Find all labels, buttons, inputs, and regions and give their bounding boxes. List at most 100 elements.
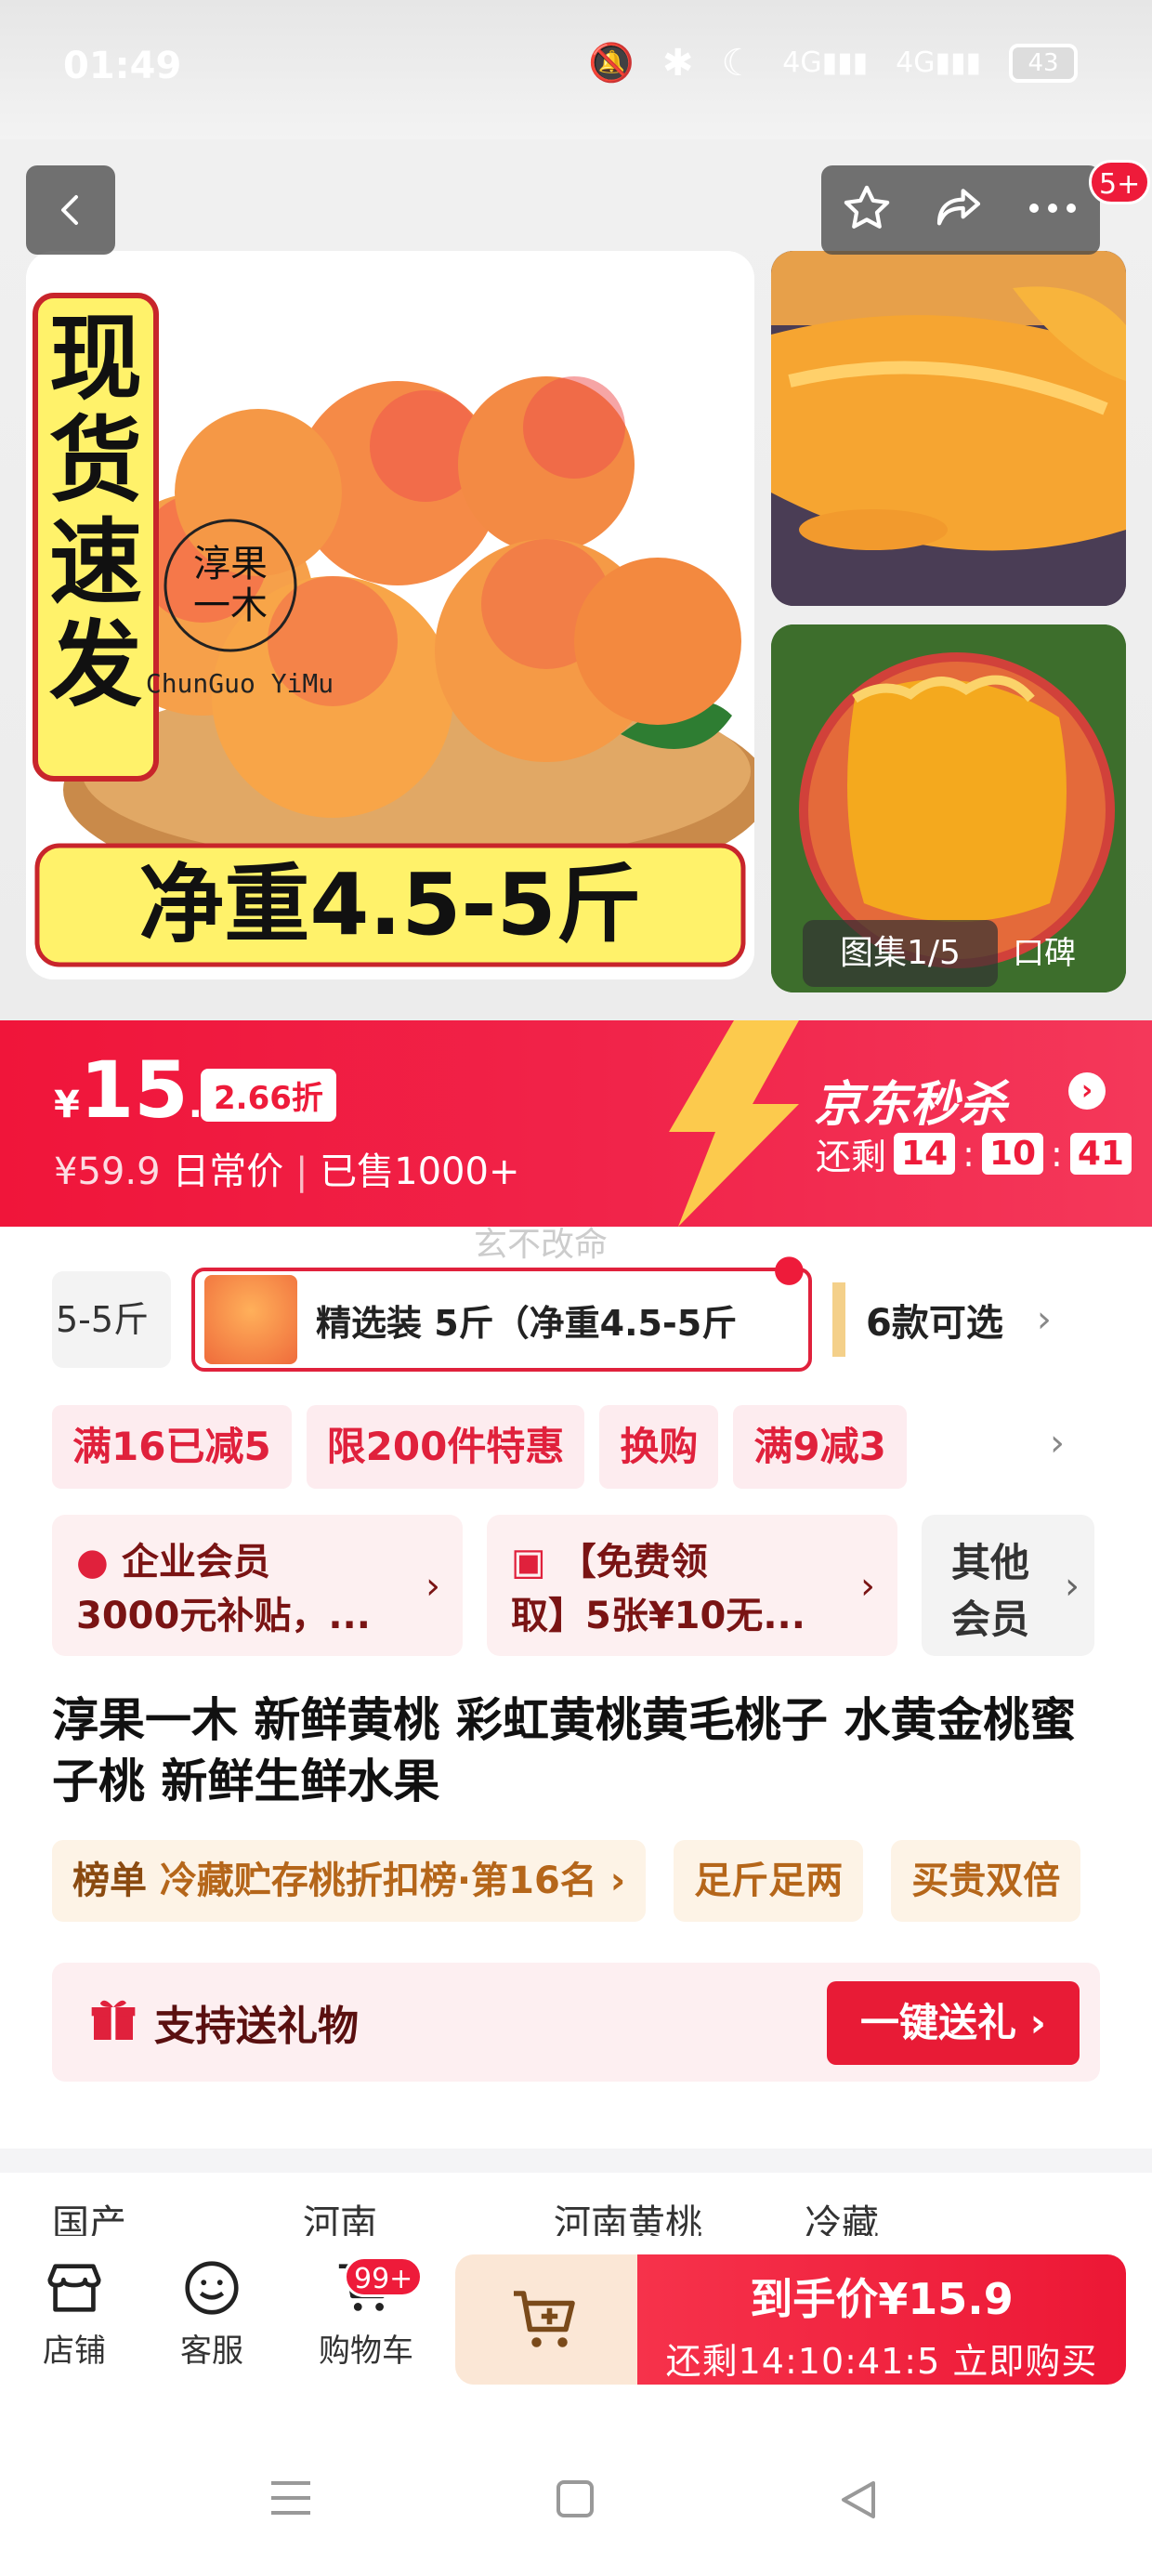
calendar-icon: ▣ — [511, 1541, 546, 1584]
daily-price-row: ¥59.9 日常价 | 已售1000+ — [54, 1141, 519, 1195]
flash-countdown: 还剩 14: 10: 41 — [816, 1128, 1132, 1179]
star-icon — [844, 185, 889, 229]
lightning-bolt-icon — [669, 1020, 799, 1227]
gift-icon — [91, 2000, 136, 2040]
flash-sale-title[interactable]: 京东秒杀 — [814, 1065, 1007, 1135]
svg-text:发: 发 — [49, 611, 142, 719]
person-icon: ● — [76, 1541, 109, 1584]
battery-icon: 43 — [1009, 43, 1078, 83]
sku-prev-label: 5-5斤 — [56, 1299, 150, 1340]
mute-icon: 🔕 — [588, 42, 635, 85]
message-badge: 5+ — [1089, 160, 1151, 204]
favorite-star-button[interactable] — [841, 182, 893, 238]
chevron-left-icon — [61, 195, 78, 225]
member-benefits-row: ● 企业会员 3000元补贴，... › ▣ 【免费领 取】5张¥10无... … — [52, 1515, 1094, 1656]
rank-tag[interactable]: 榜单 冷藏贮存桃折扣榜·第16名 › — [52, 1840, 647, 1922]
smile-chat-icon — [185, 2261, 239, 2315]
cart-count-badge: 99+ — [344, 2256, 424, 2297]
chevron-right-icon[interactable]: › — [1068, 1072, 1106, 1110]
status-bar: 01:49 🔕 ✱ ☾ 4G▮▮▮ 4G▮▮▮ 43 — [0, 0, 1152, 139]
coupon-chip[interactable]: 满9减3 — [733, 1405, 907, 1489]
side-image-peach-slices[interactable] — [771, 251, 1126, 606]
full-weight-tag[interactable]: 足斤足两 — [674, 1840, 864, 1922]
fire-icon: ● — [773, 1247, 805, 1290]
rank-text: 冷藏贮存桃折扣榜·第16名 — [159, 1860, 597, 1902]
share-button[interactable] — [931, 182, 987, 238]
shop-label: 店铺 — [43, 2333, 106, 2370]
coupon-chip[interactable]: 换购 — [599, 1405, 719, 1489]
back-button[interactable] — [26, 165, 115, 255]
signal-4g-icon: 4G▮▮▮ — [782, 46, 869, 79]
more-dots-icon — [1029, 204, 1077, 213]
shop-nav-button[interactable]: 店铺 — [19, 2251, 130, 2371]
menu-lines-icon[interactable] — [269, 2479, 312, 2517]
gift-label: 支持送礼物 — [154, 2003, 359, 2050]
peach-pile-illustration: 现 货 速 发 淳果 一木 ChunGuo YiMu 净重4.5-5斤 — [26, 251, 754, 979]
sku-next-thumbnail — [832, 1282, 845, 1357]
daily-price-value: ¥59.9 — [54, 1150, 161, 1193]
svg-text:一木: 一木 — [193, 585, 268, 627]
send-gift-button[interactable]: 一键送礼 › — [827, 1981, 1080, 2065]
product-title: 淳果一木 新鲜黄桃 彩虹黄桃黄毛桃子 水黄金桃蜜子桃 新鲜生鲜水果 — [52, 1693, 1077, 1808]
back-triangle-icon[interactable] — [838, 2479, 879, 2520]
gallery-counter[interactable]: 图集1/5 — [803, 920, 998, 987]
moon-icon: ☾ — [721, 41, 755, 85]
daily-price-label: 日常价 — [172, 1150, 284, 1193]
sku-option-selected[interactable]: 精选装 5斤（净重4.5-5斤 — [191, 1268, 812, 1372]
sku-thumbnail — [204, 1275, 297, 1364]
member-line2: 3000元补贴，... — [76, 1595, 371, 1637]
status-icons: 🔕 ✱ ☾ 4G▮▮▮ 4G▮▮▮ 43 — [588, 41, 1078, 85]
shop-icon — [47, 2264, 101, 2312]
send-gift-label: 一键送礼 — [860, 2000, 1017, 2045]
enterprise-member-card[interactable]: ● 企业会员 3000元补贴，... › — [52, 1515, 463, 1656]
coupon-chip[interactable]: 满16已减5 — [52, 1405, 292, 1489]
tag-row: 榜单 冷藏贮存桃折扣榜·第16名 › 足斤足两 买贵双倍 — [52, 1840, 1081, 1922]
service-label: 客服 — [180, 2333, 243, 2370]
service-nav-button[interactable]: 客服 — [156, 2251, 268, 2371]
add-cart-icon — [514, 2291, 575, 2347]
sold-count: 已售1000+ — [320, 1150, 520, 1193]
sku-more-options[interactable]: 6款可选 › — [832, 1271, 1052, 1368]
coupon-chip[interactable]: 限200件特惠 — [306, 1405, 585, 1489]
review-tab-label: 口碑 — [1013, 935, 1076, 972]
svg-text:净重4.5-5斤: 净重4.5-5斤 — [138, 855, 641, 954]
member-line1: 企业会员 — [121, 1541, 270, 1584]
main-product-image[interactable]: 现 货 速 发 淳果 一木 ChunGuo YiMu 净重4.5-5斤 — [26, 251, 754, 979]
chevron-right-icon: › — [860, 1565, 875, 1608]
chevron-right-icon: › — [1036, 1298, 1052, 1341]
cart-label: 购物车 — [319, 2333, 413, 2370]
chevron-right-icon[interactable]: › — [1050, 1422, 1065, 1465]
countdown-minutes: 10 — [981, 1133, 1044, 1175]
coupon-row: 满16已减5 限200件特惠 换购 满9减3 — [52, 1405, 907, 1489]
other-member-card[interactable]: 其他 会员 › — [922, 1515, 1094, 1656]
buy-now-button[interactable]: 到手价¥15.9 还剩14:10:41:5 立即购买 — [637, 2254, 1126, 2385]
svg-text:货: 货 — [49, 406, 142, 515]
top-action-group — [821, 165, 1100, 255]
status-time: 01:49 — [63, 45, 182, 87]
chevron-right-icon: › — [1065, 1565, 1080, 1608]
vertical-text-1: 现 — [49, 304, 142, 413]
price-guarantee-tag[interactable]: 买贵双倍 — [891, 1840, 1081, 1922]
price-currency: ¥ — [54, 1084, 80, 1126]
buy-price-line: 到手价¥15.9 — [750, 2274, 1014, 2324]
chevron-right-icon: › — [425, 1565, 440, 1608]
discount-badge: 2.66折 — [201, 1069, 336, 1122]
member-line2: 取】5张¥10无... — [511, 1595, 805, 1637]
countdown-hours: 14 — [894, 1133, 956, 1175]
home-square-icon[interactable] — [556, 2479, 595, 2518]
add-to-cart-button[interactable] — [455, 2254, 637, 2385]
svg-text:淳果: 淳果 — [193, 543, 268, 585]
peach-slices-illustration — [771, 251, 1126, 606]
countdown-label: 还剩 — [816, 1137, 887, 1177]
review-tab[interactable]: 口碑 — [1013, 920, 1076, 987]
watermark: 玄不改命 — [474, 1226, 609, 1264]
more-button[interactable] — [1025, 199, 1080, 221]
member-line1: 【免费领 — [558, 1541, 708, 1584]
gift-row: 支持送礼物 一键送礼 › — [52, 1963, 1100, 2082]
rank-lead: 榜单 — [72, 1860, 147, 1902]
sku-option-prev[interactable]: 5-5斤 — [52, 1271, 171, 1368]
svg-text:速: 速 — [49, 508, 142, 617]
free-coupon-card[interactable]: ▣ 【免费领 取】5张¥10无... › — [487, 1515, 897, 1656]
signal-4g-icon-2: 4G▮▮▮ — [896, 46, 981, 79]
svg-text:ChunGuo YiMu: ChunGuo YiMu — [146, 668, 334, 699]
